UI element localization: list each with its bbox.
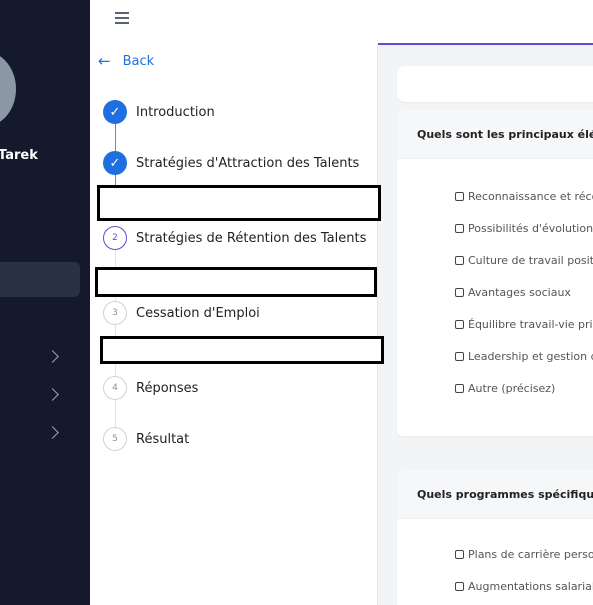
app-sidebar: Tarek <box>0 0 90 605</box>
question-title: Quels programmes spécifiques <box>397 470 593 519</box>
chevron-right-icon[interactable] <box>46 426 59 439</box>
redacted-region <box>100 336 384 364</box>
avatar[interactable] <box>0 52 16 126</box>
back-link[interactable]: ← Back <box>98 52 154 70</box>
steps-panel: ← Back ✓ Introduction ✓ Stratégies d'Att… <box>90 44 384 605</box>
arrow-left-icon: ← <box>98 52 111 70</box>
step-label: Stratégies d'Attraction des Talents <box>136 155 360 171</box>
hamburger-menu-icon[interactable] <box>115 12 129 24</box>
checkbox[interactable] <box>455 352 464 361</box>
checkbox[interactable] <box>455 550 464 559</box>
question-title: Quels sont les principaux élém <box>397 110 593 159</box>
option-row[interactable]: Possibilités d'évolution d <box>455 222 593 235</box>
option-row[interactable]: Plans de carrière perso <box>455 548 593 561</box>
step-retention[interactable]: 2 Stratégies de Rétention des Talents <box>103 226 366 250</box>
header-card <box>397 66 593 102</box>
checkbox[interactable] <box>455 224 464 233</box>
check-icon: ✓ <box>103 151 127 175</box>
user-name: Tarek <box>0 148 38 163</box>
step-attraction[interactable]: ✓ Stratégies d'Attraction des Talents <box>103 151 359 175</box>
checkbox[interactable] <box>455 320 464 329</box>
redacted-region <box>97 185 381 221</box>
step-number: 4 <box>103 376 127 400</box>
redacted-region <box>95 267 377 297</box>
step-cessation[interactable]: 3 Cessation d'Emploi <box>103 301 260 325</box>
option-row[interactable]: Autre (précisez) <box>455 382 555 395</box>
check-icon: ✓ <box>103 100 127 124</box>
step-introduction[interactable]: ✓ Introduction <box>103 100 215 124</box>
back-label: Back <box>122 53 155 69</box>
sidebar-item-active[interactable] <box>0 262 80 297</box>
option-row[interactable]: Leadership et gestion d <box>455 350 593 363</box>
chevron-right-icon[interactable] <box>46 350 59 363</box>
checkbox[interactable] <box>455 384 464 393</box>
step-reponses[interactable]: 4 Réponses <box>103 376 198 400</box>
step-label: Réponses <box>136 380 199 396</box>
step-label: Cessation d'Emploi <box>136 305 260 321</box>
top-bar <box>90 0 593 45</box>
chevron-right-icon[interactable] <box>46 388 59 401</box>
step-number: 5 <box>103 427 127 451</box>
step-number: 2 <box>103 226 127 250</box>
step-resultat[interactable]: 5 Résultat <box>103 427 189 451</box>
step-label: Introduction <box>136 104 215 120</box>
option-row[interactable]: Équilibre travail-vie priv <box>455 318 593 331</box>
question-card: Quels sont les principaux élém Reconnais… <box>397 110 593 436</box>
option-row[interactable]: Augmentations salariale <box>455 580 593 593</box>
checkbox[interactable] <box>455 288 464 297</box>
option-row[interactable]: Culture de travail positi <box>455 254 593 267</box>
step-label: Résultat <box>136 431 190 447</box>
step-label: Stratégies de Rétention des Talents <box>136 230 367 246</box>
option-row[interactable]: Reconnaissance et réco <box>455 190 593 203</box>
step-number: 3 <box>103 301 127 325</box>
checkbox[interactable] <box>455 192 464 201</box>
question-card: Quels programmes spécifiques Plans de ca… <box>397 470 593 605</box>
checkbox[interactable] <box>455 256 464 265</box>
questionnaire-content: Quels sont les principaux élém Reconnais… <box>378 45 593 605</box>
option-row[interactable]: Avantages sociaux <box>455 286 571 299</box>
checkbox[interactable] <box>455 582 464 591</box>
